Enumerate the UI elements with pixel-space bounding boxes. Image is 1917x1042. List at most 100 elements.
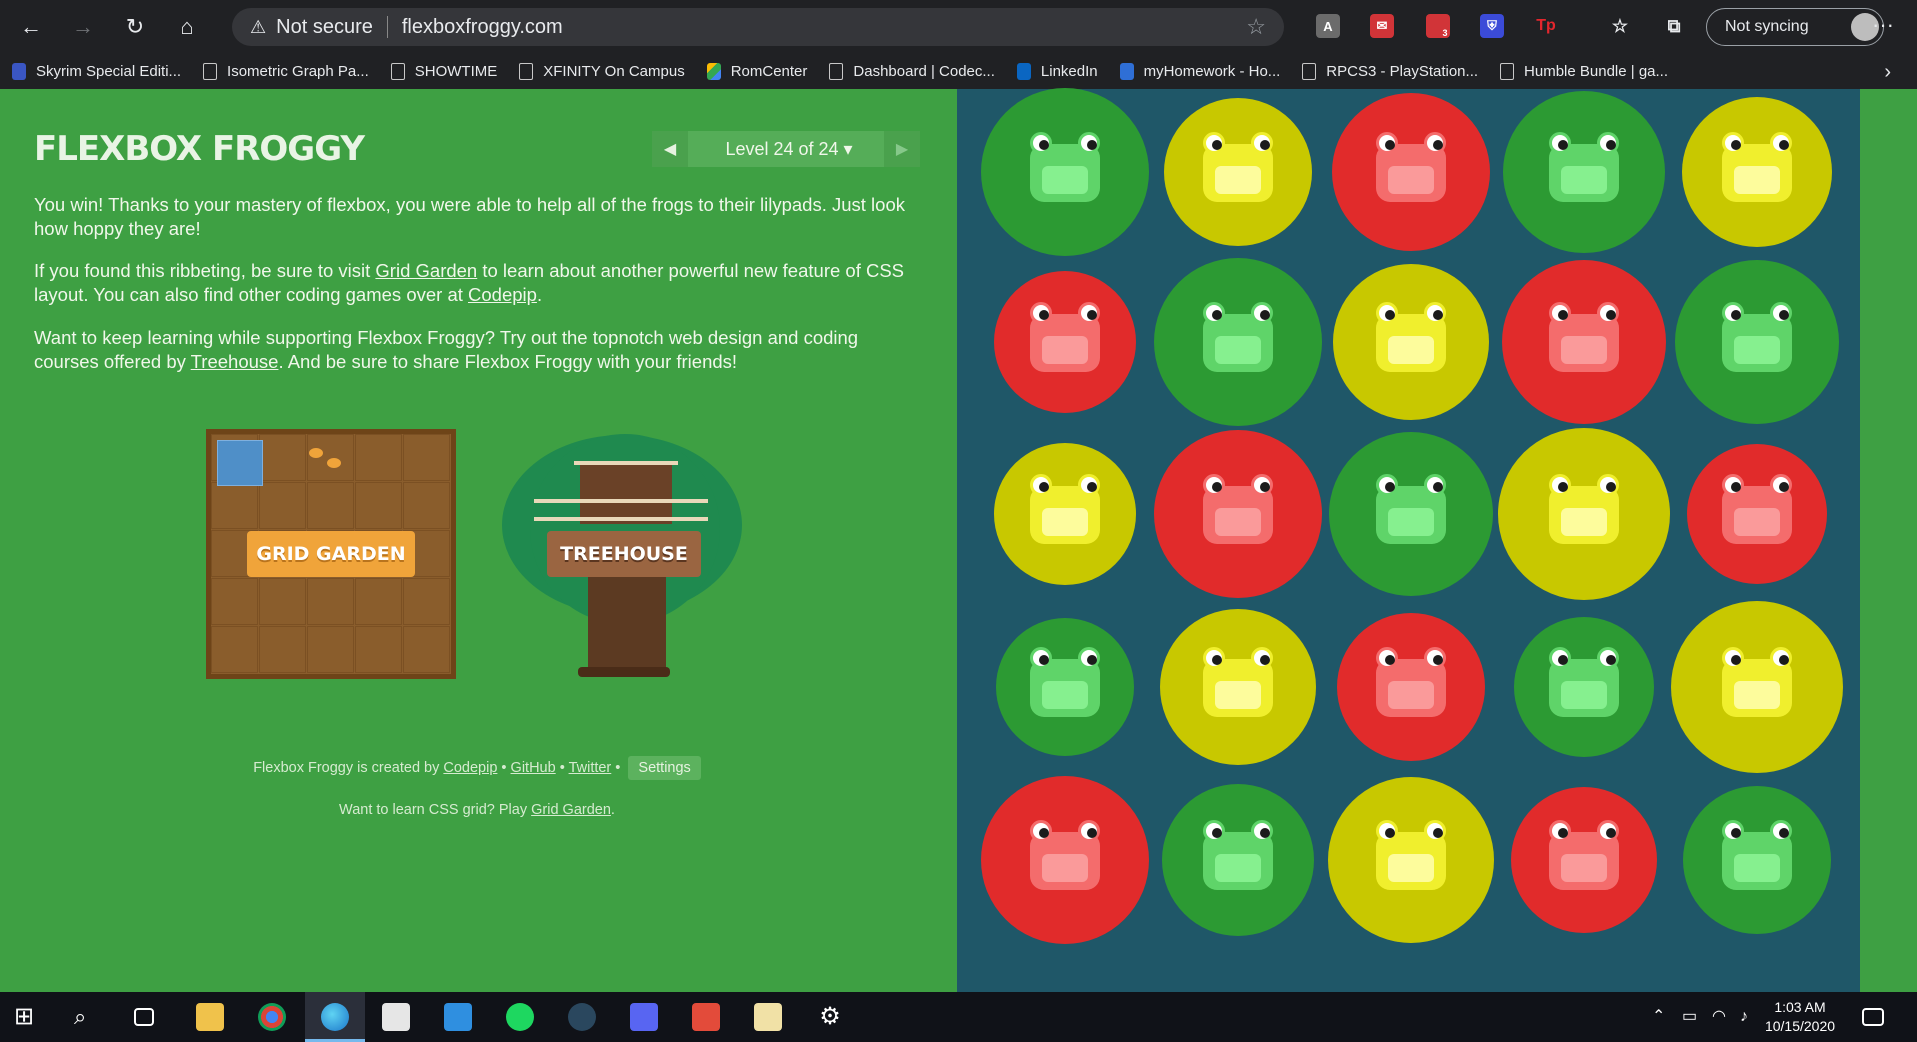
frog-belly [1215, 854, 1261, 882]
treehouse-rail [534, 499, 708, 503]
frog-eye [1203, 474, 1225, 496]
frog-eye [1030, 820, 1052, 842]
bookmark-item[interactable]: Isometric Graph Pa... [203, 62, 369, 80]
footer-grid-garden-link[interactable]: Grid Garden [531, 802, 611, 818]
frog-red [1716, 472, 1798, 548]
grid-garden-button[interactable]: GRID GARDEN [247, 531, 415, 577]
treehouse-roof [574, 461, 678, 465]
chevron-up-icon[interactable]: ⌃ [1652, 1003, 1680, 1031]
notifications-icon[interactable] [1862, 1008, 1884, 1026]
bookmark-item[interactable]: Dashboard | Codec... [829, 62, 995, 80]
task-view-icon[interactable] [134, 1008, 154, 1026]
bookmark-item[interactable]: Skyrim Special Editi... [12, 62, 182, 80]
bookmark-label: Skyrim Special Editi... [36, 62, 182, 80]
previous-level-icon[interactable]: ◀ [652, 131, 688, 167]
address-separator [386, 16, 388, 38]
treehouse-button[interactable]: TREEHOUSE [547, 531, 701, 577]
frog-eye [1549, 132, 1571, 154]
footer-text: . [610, 802, 615, 818]
garden-soil-tile [211, 482, 258, 529]
favorite-star-icon[interactable]: ☆ [1246, 14, 1266, 40]
bookmark-item[interactable]: RomCenter [706, 62, 807, 80]
settings-gear-icon[interactable]: ⚙ [816, 1003, 844, 1031]
frog-belly [1734, 681, 1780, 709]
bookmark-item[interactable]: myHomework - Ho... [1119, 62, 1280, 80]
edge-icon[interactable] [321, 1003, 349, 1031]
favorites-icon[interactable]: ☆ [1608, 14, 1632, 38]
battery-icon[interactable]: ▭ [1682, 1003, 1710, 1031]
extension-mail-icon[interactable]: ✉ [1370, 14, 1394, 38]
collections-icon[interactable]: ⧉ [1662, 14, 1686, 38]
footer-codepip-link[interactable]: Codepip [443, 760, 497, 776]
frog-eye [1251, 474, 1273, 496]
bookmark-item[interactable]: LinkedIn [1016, 62, 1098, 80]
frog-eye [1030, 132, 1052, 154]
frog-belly [1388, 508, 1434, 536]
steam-icon[interactable] [568, 1003, 596, 1031]
frog-eye [1424, 132, 1446, 154]
grid-garden-paragraph: If you found this ribbeting, be sure to … [34, 259, 914, 307]
frog-eye [1597, 647, 1619, 669]
frog-green [1716, 300, 1798, 376]
garden-soil-tile [259, 434, 306, 481]
spotify-icon[interactable] [506, 1003, 534, 1031]
frog-belly [1042, 336, 1088, 364]
extension-shield-icon[interactable]: 3 [1426, 14, 1450, 38]
forward-icon[interactable]: → [62, 6, 104, 48]
grid-garden-link[interactable]: Grid Garden [375, 260, 477, 281]
frog-yellow [1716, 645, 1798, 721]
discord-icon[interactable] [630, 1003, 658, 1031]
chevron-right-icon[interactable]: › [1884, 61, 1891, 84]
codepip-link[interactable]: Codepip [468, 284, 537, 305]
reload-icon[interactable]: ↻ [114, 6, 156, 48]
level-selector[interactable]: ◀ Level 24 of 24 ▾ ▶ [652, 131, 920, 167]
store-icon[interactable] [382, 1003, 410, 1031]
more-menu-icon[interactable]: ··· [1872, 12, 1894, 38]
bookmark-item[interactable]: XFINITY On Campus [519, 62, 685, 80]
notes-icon[interactable] [754, 1003, 782, 1031]
footer-twitter-link[interactable]: Twitter [569, 760, 612, 776]
footer-github-link[interactable]: GitHub [511, 760, 556, 776]
frog-eye [1376, 474, 1398, 496]
frog-red [1370, 645, 1452, 721]
warning-icon: ⚠ [250, 16, 267, 37]
frog-yellow [1543, 472, 1625, 548]
treehouse-link[interactable]: Treehouse [191, 351, 279, 372]
snipping-tool-icon[interactable] [692, 1003, 720, 1031]
pond-board [957, 88, 1860, 992]
extension-bitwarden-icon[interactable]: ⛨ [1480, 14, 1504, 38]
mail-icon[interactable] [444, 1003, 472, 1031]
frog-yellow [1716, 130, 1798, 206]
frog-belly [1215, 336, 1261, 364]
frog-eye [1424, 474, 1446, 496]
frog-eye [1030, 474, 1052, 496]
frog-eye [1078, 647, 1100, 669]
frog-eye [1722, 820, 1744, 842]
chrome-icon[interactable] [258, 1003, 286, 1031]
extension-tp-icon[interactable]: Tp [1534, 14, 1558, 38]
frog-belly [1561, 508, 1607, 536]
frog-red [1024, 300, 1106, 376]
page-icon [829, 62, 844, 80]
frog-eye [1251, 302, 1273, 324]
bookmark-item[interactable]: Humble Bundle | ga... [1500, 62, 1668, 80]
wifi-icon[interactable]: ◠ [1712, 1003, 1740, 1031]
tree-base [578, 667, 670, 677]
next-level-icon[interactable]: ▶ [884, 131, 920, 167]
frog-eye [1549, 302, 1571, 324]
settings-button[interactable]: Settings [628, 756, 701, 780]
system-clock[interactable]: 1:03 AM 10/15/2020 [1750, 998, 1850, 1036]
address-bar[interactable]: ⚠ Not secure flexboxfroggy.com ☆ [232, 8, 1284, 46]
bookmark-item[interactable]: RPCS3 - PlayStation... [1302, 62, 1478, 80]
sync-button[interactable]: Not syncing [1706, 8, 1884, 46]
frog-eye [1203, 820, 1225, 842]
extension-icon[interactable]: A [1316, 14, 1340, 38]
home-icon[interactable]: ⌂ [166, 6, 208, 48]
search-icon[interactable]: ⌕ [74, 1003, 102, 1031]
back-icon[interactable]: ← [10, 6, 52, 48]
footer-separator: • [611, 760, 625, 776]
file-explorer-icon[interactable] [196, 1003, 224, 1031]
windows-start-icon[interactable]: ⊞ [14, 1003, 42, 1031]
bookmark-item[interactable]: SHOWTIME [390, 62, 497, 80]
page-content: FLEXBOX FROGGY ◀ Level 24 of 24 ▾ ▶ You … [0, 88, 1917, 992]
